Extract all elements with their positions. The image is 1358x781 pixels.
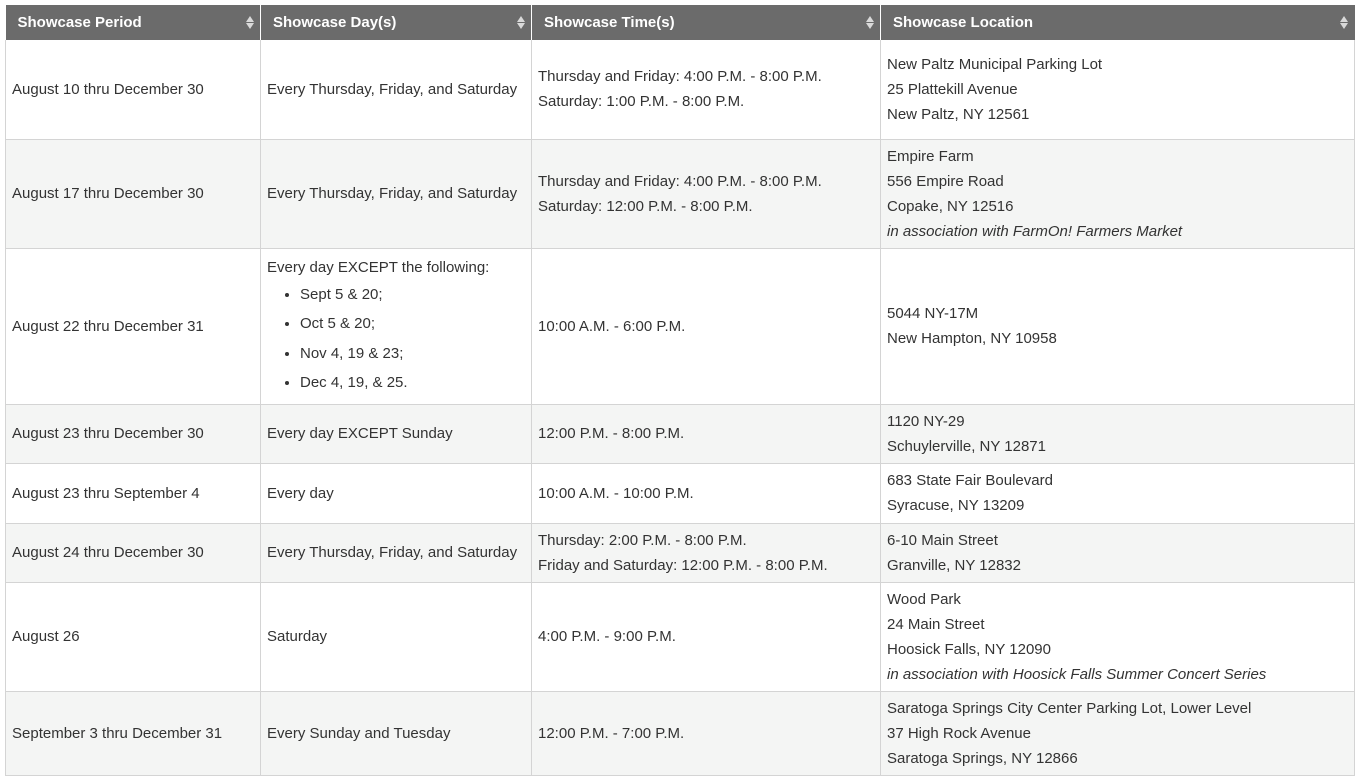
- table-row: August 26 Saturday 4:00 P.M. - 9:00 P.M.…: [5, 582, 1355, 692]
- location-line: Empire Farm: [887, 147, 974, 165]
- times-cell: 10:00 A.M. - 6:00 P.M.: [531, 248, 881, 405]
- location-line: 683 State Fair Boulevard: [887, 472, 1053, 489]
- days-cell: Every Thursday, Friday, and Saturday: [260, 523, 532, 583]
- period-cell: August 17 thru December 30: [5, 139, 261, 249]
- table-row: August 23 thru December 30 Every day EXC…: [5, 404, 1355, 464]
- location-line: New Paltz Municipal Parking Lot: [887, 55, 1103, 73]
- time-line: 12:00 P.M. - 8:00 P.M.: [538, 425, 685, 442]
- sort-arrows-icon[interactable]: [245, 14, 254, 31]
- time-line: Saturday: 1:00 P.M. - 8:00 P.M.: [538, 93, 745, 111]
- time-line: Friday and Saturday: 12:00 P.M. - 8:00 P…: [538, 556, 828, 574]
- showcase-table-wrapper: Showcase Period Showcase Day(s) Showcase…: [5, 5, 1355, 776]
- list-item: Dec 4, 19, & 25.: [300, 368, 525, 398]
- period-cell: September 3 thru December 31: [5, 691, 261, 776]
- time-line: Saturday: 12:00 P.M. - 8:00 P.M.: [538, 197, 753, 215]
- location-line: Schuylerville, NY 12871: [887, 437, 1046, 455]
- location-line: 5044 NY-17M: [887, 305, 979, 322]
- days-cell: Every day EXCEPT Sunday: [260, 404, 532, 464]
- header-label: Showcase Day(s): [273, 14, 397, 31]
- location-line: 6-10 Main Street: [887, 531, 998, 549]
- table-row: August 24 thru December 30 Every Thursda…: [5, 523, 1355, 583]
- table-row: August 10 thru December 30 Every Thursda…: [5, 40, 1355, 140]
- location-line: Saratoga Springs City Center Parking Lot…: [887, 699, 1252, 717]
- header-showcase-days[interactable]: Showcase Day(s): [260, 5, 532, 40]
- sort-arrows-icon[interactable]: [1340, 14, 1349, 31]
- time-line: Thursday and Friday: 4:00 P.M. - 8:00 P.…: [538, 172, 822, 190]
- header-showcase-times[interactable]: Showcase Time(s): [531, 5, 881, 40]
- times-cell: 12:00 P.M. - 7:00 P.M.: [531, 691, 881, 776]
- location-line: 1120 NY-29: [887, 412, 965, 430]
- list-item: Oct 5 & 20;: [300, 309, 525, 339]
- time-line: Thursday: 2:00 P.M. - 8:00 P.M.: [538, 531, 747, 549]
- location-cell: New Paltz Municipal Parking Lot 25 Platt…: [880, 40, 1355, 140]
- times-cell: Thursday and Friday: 4:00 P.M. - 8:00 P.…: [531, 139, 881, 249]
- table-header-row: Showcase Period Showcase Day(s) Showcase…: [5, 5, 1355, 40]
- location-cell: Empire Farm 556 Empire Road Copake, NY 1…: [880, 139, 1355, 249]
- time-line: 10:00 A.M. - 6:00 P.M.: [538, 317, 686, 335]
- location-cell: 6-10 Main Street Granville, NY 12832: [880, 523, 1355, 583]
- table-row: September 3 thru December 31 Every Sunda…: [5, 691, 1355, 776]
- location-cell: Saratoga Springs City Center Parking Lot…: [880, 691, 1355, 776]
- location-line: 24 Main Street: [887, 615, 985, 633]
- days-cell: Saturday: [260, 582, 532, 692]
- time-line: Thursday and Friday: 4:00 P.M. - 8:00 P.…: [538, 68, 822, 86]
- period-cell: August 22 thru December 31: [5, 248, 261, 405]
- times-cell: Thursday: 2:00 P.M. - 8:00 P.M. Friday a…: [531, 523, 881, 583]
- table-row: August 23 thru September 4 Every day 10:…: [5, 463, 1355, 524]
- period-cell: August 24 thru December 30: [5, 523, 261, 583]
- location-line: Saratoga Springs, NY 12866: [887, 749, 1078, 767]
- days-cell: Every Thursday, Friday, and Saturday: [260, 139, 532, 249]
- location-cell: Wood Park 24 Main Street Hoosick Falls, …: [880, 582, 1355, 692]
- sort-arrows-icon[interactable]: [516, 14, 525, 31]
- days-text: Every day EXCEPT the following:: [267, 258, 490, 276]
- header-showcase-period[interactable]: Showcase Period: [5, 5, 261, 40]
- period-cell: August 23 thru December 30: [5, 404, 261, 464]
- period-cell: August 23 thru September 4: [5, 463, 261, 524]
- times-cell: Thursday and Friday: 4:00 P.M. - 8:00 P.…: [531, 40, 881, 140]
- location-cell: 683 State Fair Boulevard Syracuse, NY 13…: [880, 463, 1355, 524]
- days-cell: Every Sunday and Tuesday: [260, 691, 532, 776]
- header-label: Showcase Location: [893, 14, 1034, 31]
- days-cell: Every day EXCEPT the following: Sept 5 &…: [260, 248, 532, 405]
- location-line: New Paltz, NY 12561: [887, 105, 1030, 123]
- location-line: 556 Empire Road: [887, 172, 1004, 190]
- location-line: New Hampton, NY 10958: [887, 330, 1057, 347]
- location-line: 37 High Rock Avenue: [887, 724, 1031, 742]
- location-line: Copake, NY 12516: [887, 197, 1014, 215]
- period-cell: August 26: [5, 582, 261, 692]
- location-line: Hoosick Falls, NY 12090: [887, 640, 1051, 658]
- time-line: 10:00 A.M. - 10:00 P.M.: [538, 484, 694, 502]
- header-showcase-location[interactable]: Showcase Location: [880, 5, 1355, 40]
- table-row: August 17 thru December 30 Every Thursda…: [5, 139, 1355, 249]
- list-item: Nov 4, 19 & 23;: [300, 339, 525, 369]
- times-cell: 10:00 A.M. - 10:00 P.M.: [531, 463, 881, 524]
- location-cell: 1120 NY-29 Schuylerville, NY 12871: [880, 404, 1355, 464]
- exception-list: Sept 5 & 20; Oct 5 & 20; Nov 4, 19 & 23;…: [267, 280, 525, 398]
- times-cell: 4:00 P.M. - 9:00 P.M.: [531, 582, 881, 692]
- header-label: Showcase Time(s): [544, 14, 675, 31]
- table-row: August 22 thru December 31 Every day EXC…: [5, 248, 1355, 405]
- location-line: Granville, NY 12832: [887, 556, 1021, 574]
- showcase-schedule-table: Showcase Period Showcase Day(s) Showcase…: [5, 5, 1355, 776]
- time-line: 12:00 P.M. - 7:00 P.M.: [538, 724, 685, 742]
- location-line: Syracuse, NY 13209: [887, 497, 1025, 514]
- days-cell: Every Thursday, Friday, and Saturday: [260, 40, 532, 140]
- period-cell: August 10 thru December 30: [5, 40, 261, 140]
- location-note: in association with Hoosick Falls Summer…: [887, 665, 1267, 683]
- location-note: in association with FarmOn! Farmers Mark…: [887, 222, 1183, 240]
- list-item: Sept 5 & 20;: [300, 280, 525, 310]
- header-label: Showcase Period: [17, 14, 142, 31]
- location-line: Wood Park: [887, 590, 961, 608]
- days-cell: Every day: [260, 463, 532, 524]
- location-line: 25 Plattekill Avenue: [887, 80, 1018, 98]
- sort-arrows-icon[interactable]: [865, 14, 874, 31]
- times-cell: 12:00 P.M. - 8:00 P.M.: [531, 404, 881, 464]
- time-line: 4:00 P.M. - 9:00 P.M.: [538, 628, 676, 645]
- location-cell: 5044 NY-17M New Hampton, NY 10958: [880, 248, 1355, 405]
